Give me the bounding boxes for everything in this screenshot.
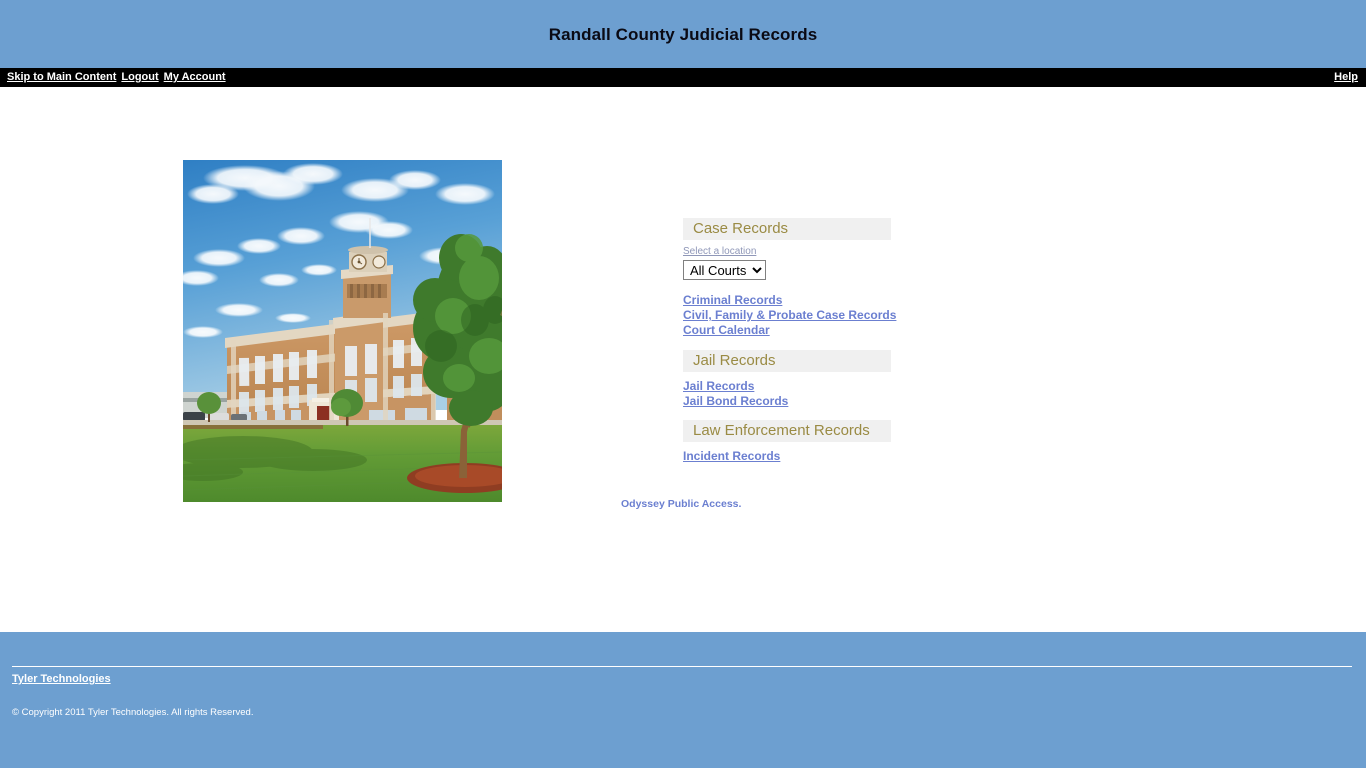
section-heading-jail-records: Jail Records — [683, 350, 891, 372]
link-jail-records[interactable]: Jail Records — [683, 379, 923, 394]
logout-link[interactable]: Logout — [121, 72, 158, 83]
page-title: Randall County Judicial Records — [548, 25, 818, 44]
nav-links-group: Skip to Main Content Logout My Account — [7, 72, 226, 83]
copyright-text: © Copyright 2011 Tyler Technologies. All… — [12, 707, 254, 718]
tyler-technologies-link[interactable]: Tyler Technologies — [12, 673, 111, 686]
link-incident-records[interactable]: Incident Records — [683, 449, 923, 464]
courthouse-photo — [183, 160, 502, 502]
odyssey-public-access-note: Odyssey Public Access. — [621, 498, 742, 510]
skip-to-main-content-link[interactable]: Skip to Main Content — [7, 72, 116, 83]
records-panel: Case Records Select a location All Court… — [683, 218, 923, 464]
main-content-area: Case Records Select a location All Court… — [0, 87, 1366, 650]
my-account-link[interactable]: My Account — [164, 72, 226, 83]
section-heading-law-enforcement-records: Law Enforcement Records — [683, 420, 891, 442]
link-criminal-records[interactable]: Criminal Records — [683, 293, 923, 308]
location-select[interactable]: All Courts — [683, 260, 766, 280]
page-footer: Tyler Technologies © Copyright 2011 Tyle… — [0, 632, 1366, 768]
select-a-location-label[interactable]: Select a location — [683, 246, 923, 258]
link-jail-bond-records[interactable]: Jail Bond Records — [683, 394, 923, 409]
law-enforcement-link-list: Incident Records — [683, 449, 923, 464]
link-civil-family-probate-case-records[interactable]: Civil, Family & Probate Case Records — [683, 308, 923, 323]
jail-records-link-list: Jail Records Jail Bond Records — [683, 379, 923, 409]
case-records-link-list: Criminal Records Civil, Family & Probate… — [683, 293, 923, 338]
site-header-banner: Randall County Judicial Records — [0, 0, 1366, 68]
section-heading-case-records: Case Records — [683, 218, 891, 240]
link-court-calendar[interactable]: Court Calendar — [683, 323, 923, 338]
help-link[interactable]: Help — [1334, 72, 1358, 83]
top-navigation-bar: Skip to Main Content Logout My Account H… — [0, 68, 1366, 87]
footer-divider — [12, 666, 1352, 667]
